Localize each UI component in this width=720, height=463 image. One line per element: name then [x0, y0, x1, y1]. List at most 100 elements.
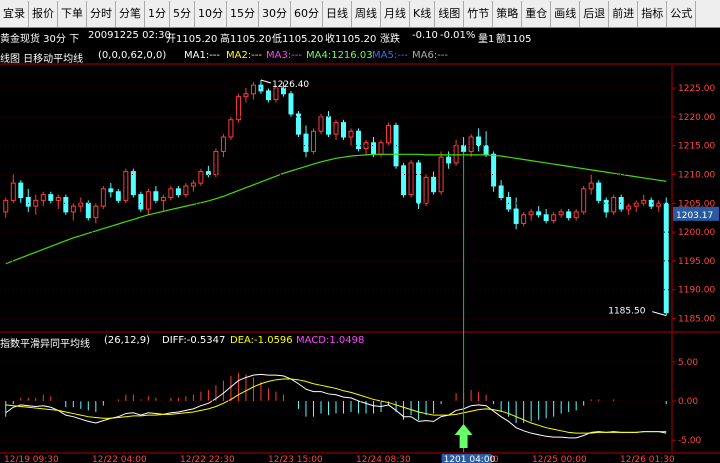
candle-body: [438, 156, 444, 193]
price-tick-label: 1220.00: [678, 113, 715, 123]
toolbar-button[interactable]: 线图: [435, 0, 465, 27]
candle-body: [130, 171, 136, 196]
candle-body: [603, 199, 609, 213]
toolbar-button[interactable]: 指标: [638, 0, 668, 27]
chart-canvas[interactable]: 1226.40 1185.50 1225.00 1220.00 1215.00 1210…: [0, 0, 720, 463]
macd-tick-label: 5.00: [678, 358, 698, 368]
price-tick-label: 1185.00: [678, 314, 715, 324]
toolbar-button[interactable]: 宜录: [0, 0, 29, 27]
candle-body: [213, 150, 219, 175]
toolbar-button[interactable]: 周线: [352, 0, 381, 27]
candle-body: [33, 199, 39, 207]
macd-title: 指数平滑异同平均线: [0, 339, 90, 350]
time-tick-label: 12/26 01:30: [620, 455, 675, 463]
toolbar-button[interactable]: 15分: [227, 0, 259, 27]
candle-body: [423, 176, 429, 204]
toolbar-button[interactable]: 后退: [580, 0, 610, 27]
candle-body: [573, 211, 579, 219]
price-pane: 1226.40 1185.50: [3, 79, 669, 317]
candle-body: [85, 202, 91, 219]
candle-body: [63, 197, 69, 213]
candle-body: [588, 182, 594, 190]
toolbar-button[interactable]: K线: [410, 0, 436, 27]
time-tick-label: 12/19 09:30: [4, 455, 59, 463]
candle-body: [468, 136, 474, 152]
high-value: 高1105.20: [220, 34, 272, 45]
candle-body: [581, 188, 587, 213]
candle-body: [416, 162, 422, 204]
diff-value: DIFF:-0.5347: [162, 335, 226, 346]
candle-body: [356, 130, 362, 150]
toolbar-button[interactable]: 10分: [195, 0, 227, 27]
toolbar-button[interactable]: 30分: [259, 0, 291, 27]
candle-body: [476, 136, 482, 147]
symbol-label: 黄金现货 30分 下: [0, 34, 80, 45]
candle-body: [115, 191, 121, 201]
candle-body: [498, 185, 504, 198]
bar-date: 20091225 02:30: [88, 30, 171, 41]
toolbar-button[interactable]: 分笔: [116, 0, 145, 27]
macd-params: (26,12,9): [104, 335, 150, 346]
candle-body: [333, 122, 339, 135]
toolbar-button[interactable]: 5分: [170, 0, 195, 27]
dea-value: DEA:-1.0596: [230, 335, 293, 346]
toolbar-button[interactable]: 1分: [145, 0, 170, 27]
ma3-value: MA3:---: [266, 50, 303, 61]
ma4-value: MA4:1216.03: [306, 50, 373, 61]
price-tick-label: 1210.00: [678, 170, 715, 180]
change-pct: -0.01%: [440, 30, 476, 41]
price-tick-label: 1195.00: [678, 257, 715, 267]
toolbar-button[interactable]: 月线: [381, 0, 410, 27]
candle-body: [528, 211, 534, 216]
candle-body: [446, 156, 452, 164]
toolbar-button[interactable]: 分时: [87, 0, 116, 27]
toolbar: 宜录 报价 下单 分时 分笔 1分 5分 10分 15分 30分 60分 日线 周线 月线 K线 线图 竹节 策略…: [0, 0, 720, 28]
open-value: 开1105.20: [166, 34, 218, 45]
price-tick-label: 1215.00: [678, 142, 715, 152]
toolbar-button[interactable]: 重仓: [522, 0, 552, 27]
price-tick-label: 1225.00: [678, 84, 715, 94]
candle-body: [220, 136, 226, 152]
toolbar-button[interactable]: 日线: [323, 0, 352, 27]
toolbar-button[interactable]: 报价: [29, 0, 58, 27]
volume-value: 量1: [478, 34, 495, 45]
candle-body: [250, 84, 256, 95]
candle-body: [348, 130, 354, 138]
candle-body: [483, 145, 489, 155]
toolbar-button[interactable]: 竹节: [464, 0, 494, 27]
toolbar-button[interactable]: 画线: [551, 0, 581, 27]
candle-body: [401, 165, 407, 196]
ma5-value: MA5:---: [372, 50, 409, 61]
candle-body: [295, 113, 301, 135]
amount-value: 额1105: [496, 34, 532, 45]
candle-body: [145, 191, 151, 210]
candle-body: [596, 182, 602, 201]
axis-layer: 1225.001220.001215.001210.001205.001200.…: [0, 63, 720, 463]
candle-body: [93, 205, 99, 219]
toolbar-button[interactable]: 下单: [58, 0, 87, 27]
ma-title: 线图 日移动平均线: [0, 54, 84, 65]
time-tick-label: 12/24 08:30: [356, 455, 411, 463]
ma-line: [5, 153, 667, 265]
candle-body: [10, 182, 16, 201]
candle-body: [378, 142, 384, 155]
candle-body: [48, 194, 54, 201]
candle-body: [190, 182, 196, 187]
candle-body: [228, 119, 234, 138]
ma2-value: MA2:---: [226, 50, 263, 61]
candle-body: [138, 194, 144, 210]
candle-body: [168, 188, 174, 198]
toolbar-button[interactable]: 前进: [609, 0, 639, 27]
candle-body: [641, 199, 647, 204]
toolbar-button[interactable]: 60分: [291, 0, 323, 27]
time-tick-label: 12/22 22:30: [180, 455, 235, 463]
candle-body: [310, 130, 316, 152]
toolbar-button[interactable]: 公式: [667, 0, 697, 27]
candle-body: [183, 185, 189, 196]
candle-body: [108, 188, 114, 193]
ma-params: (0,0,0,62,0,0): [98, 50, 167, 61]
candle-body: [558, 211, 564, 216]
toolbar-button[interactable]: 策略: [493, 0, 523, 27]
candle-body: [288, 93, 294, 115]
macd-tick-label: -5.00: [678, 436, 702, 446]
